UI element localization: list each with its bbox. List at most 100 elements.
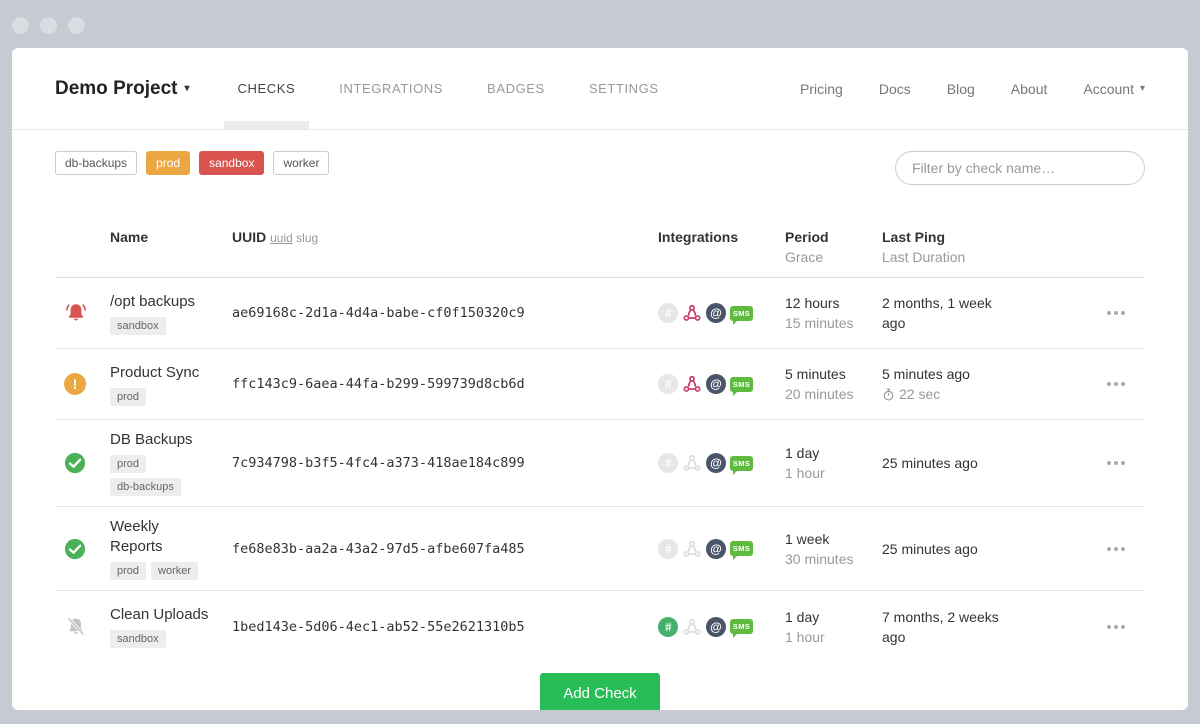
row-menu-button[interactable] bbox=[1105, 541, 1127, 557]
email-icon: @ bbox=[706, 539, 726, 559]
window-control-dot bbox=[40, 17, 57, 34]
tab-integrations[interactable]: INTEGRATIONS bbox=[317, 48, 465, 129]
email-icon: @ bbox=[706, 453, 726, 473]
add-check-button[interactable]: Add Check bbox=[540, 673, 660, 710]
table-row[interactable]: /opt backups sandbox ae69168c-2d1a-4d4a-… bbox=[55, 278, 1145, 349]
check-tag-list: sandbox bbox=[110, 317, 212, 335]
filter-tag-worker[interactable]: worker bbox=[273, 151, 329, 175]
uuid-toggle-link[interactable]: uuid bbox=[270, 231, 293, 245]
table-row[interactable]: Weekly Reports prod worker fe68e83b-aa2a-… bbox=[55, 507, 1145, 591]
account-label: Account bbox=[1083, 81, 1134, 97]
check-uuid: 1bed143e-5d06-4ec1-ab52-55e2621310b5 bbox=[232, 619, 658, 635]
table-header: Name UUID uuid slug Integrations Period … bbox=[55, 215, 1145, 278]
table-row[interactable]: ! Product Sync prod ffc143c9-6aea-44fa-b… bbox=[55, 349, 1145, 420]
tab-settings[interactable]: SETTINGS bbox=[567, 48, 681, 129]
stopwatch-icon bbox=[882, 388, 895, 401]
slack-icon: # bbox=[658, 374, 678, 394]
integration-icons: # @ SMS bbox=[658, 539, 785, 559]
grace-exclamation-icon: ! bbox=[64, 373, 86, 395]
sms-icon: SMS bbox=[730, 377, 753, 392]
nav-link-about[interactable]: About bbox=[1011, 81, 1048, 97]
check-tag: sandbox bbox=[110, 630, 166, 648]
check-tag: prod bbox=[110, 455, 146, 473]
check-name: DB Backups bbox=[110, 430, 212, 450]
row-menu-button[interactable] bbox=[1105, 619, 1127, 635]
col-header-name: Name bbox=[110, 227, 232, 267]
filter-bar: db-backups prod sandbox worker bbox=[12, 130, 1188, 215]
table-row[interactable]: Clean Uploads sandbox 1bed143e-5d06-4ec1… bbox=[55, 591, 1145, 662]
window-control-dot bbox=[68, 17, 85, 34]
check-circle-icon bbox=[64, 538, 86, 560]
primary-tabs: CHECKSINTEGRATIONSBADGESSETTINGS bbox=[216, 48, 681, 129]
tab-checks[interactable]: CHECKS bbox=[216, 48, 318, 129]
check-period: 1 day1 hour bbox=[785, 607, 882, 647]
webhook-icon bbox=[682, 617, 702, 637]
col-header-uuid: UUID uuid slug bbox=[232, 227, 658, 267]
integration-icons: # @ SMS bbox=[658, 453, 785, 473]
check-tag: worker bbox=[151, 562, 198, 580]
nav-link-pricing[interactable]: Pricing bbox=[800, 81, 843, 97]
slack-icon: # bbox=[658, 539, 678, 559]
check-tag: prod bbox=[110, 562, 146, 580]
col-header-last-ping: Last Ping Last Duration bbox=[882, 227, 1145, 267]
project-name: Demo Project bbox=[55, 78, 177, 100]
webhook-icon bbox=[682, 374, 702, 394]
chevron-down-icon: ▾ bbox=[1140, 83, 1145, 94]
webhook-icon bbox=[682, 303, 702, 323]
integration-icons: # @SMS bbox=[658, 617, 785, 637]
slack-icon: # bbox=[658, 453, 678, 473]
filter-tag-prod[interactable]: prod bbox=[146, 151, 190, 175]
check-name: Product Sync bbox=[110, 363, 212, 383]
account-dropdown[interactable]: Account ▾ bbox=[1083, 81, 1145, 97]
check-period: 1 week30 minutes bbox=[785, 529, 882, 569]
check-tag-list: prod db-backups bbox=[110, 455, 212, 496]
slack-icon: # bbox=[658, 303, 678, 323]
site-nav: Pricing Docs Blog About Account ▾ bbox=[800, 81, 1145, 97]
sms-icon: SMS bbox=[730, 456, 753, 471]
check-uuid: 7c934798-b3f5-4fc4-a373-418ae184c899 bbox=[232, 455, 658, 471]
check-tag-list: prod worker bbox=[110, 562, 212, 580]
integration-icons: # @ SMS bbox=[658, 374, 785, 394]
check-name: Weekly Reports bbox=[110, 517, 212, 557]
slug-toggle-link[interactable]: slug bbox=[296, 231, 318, 245]
project-dropdown[interactable]: Demo Project ▾ bbox=[55, 78, 190, 100]
nav-link-docs[interactable]: Docs bbox=[879, 81, 911, 97]
check-name: /opt backups bbox=[110, 292, 212, 312]
filter-tag-sandbox[interactable]: sandbox bbox=[199, 151, 264, 175]
table-row[interactable]: DB Backups prod db-backups 7c934798-b3f5-… bbox=[55, 420, 1145, 507]
muted-bell-icon bbox=[64, 615, 88, 639]
check-last-ping: 2 months, 1 week ago bbox=[882, 293, 1012, 333]
row-menu-button[interactable] bbox=[1105, 376, 1127, 392]
check-uuid: ffc143c9-6aea-44fa-b299-599739d8cb6d bbox=[232, 376, 658, 392]
check-uuid: fe68e83b-aa2a-43a2-97d5-afbe607fa485 bbox=[232, 541, 658, 557]
check-period: 5 minutes20 minutes bbox=[785, 364, 882, 404]
webhook-icon bbox=[682, 539, 702, 559]
check-tag-list: prod bbox=[110, 388, 212, 406]
check-period: 12 hours15 minutes bbox=[785, 293, 882, 333]
search-input[interactable] bbox=[895, 151, 1145, 185]
check-tag: db-backups bbox=[110, 478, 181, 496]
nav-link-blog[interactable]: Blog bbox=[947, 81, 975, 97]
check-circle-icon bbox=[64, 452, 86, 474]
sms-icon: SMS bbox=[730, 619, 753, 634]
filter-tag-db-backups[interactable]: db-backups bbox=[55, 151, 137, 175]
alert-bell-icon bbox=[64, 301, 88, 325]
window-control-dot bbox=[12, 17, 29, 34]
tab-badges[interactable]: BADGES bbox=[465, 48, 567, 129]
check-tag-list: sandbox bbox=[110, 630, 212, 648]
sms-icon: SMS bbox=[730, 541, 753, 556]
row-menu-button[interactable] bbox=[1105, 305, 1127, 321]
chevron-down-icon: ▾ bbox=[184, 83, 189, 94]
slack-icon: # bbox=[658, 617, 678, 637]
check-last-ping: 5 minutes ago22 sec bbox=[882, 364, 1012, 404]
check-last-ping: 25 minutes ago bbox=[882, 539, 1012, 559]
email-icon: @ bbox=[706, 374, 726, 394]
check-last-ping: 25 minutes ago bbox=[882, 453, 1012, 473]
integration-icons: # @SMS bbox=[658, 303, 785, 323]
check-uuid: ae69168c-2d1a-4d4a-babe-cf0f150320c9 bbox=[232, 305, 658, 321]
col-header-period: Period Grace bbox=[785, 227, 882, 267]
row-menu-button[interactable] bbox=[1105, 455, 1127, 471]
check-name: Clean Uploads bbox=[110, 605, 212, 625]
check-tag: prod bbox=[110, 388, 146, 406]
sms-icon: SMS bbox=[730, 306, 753, 321]
